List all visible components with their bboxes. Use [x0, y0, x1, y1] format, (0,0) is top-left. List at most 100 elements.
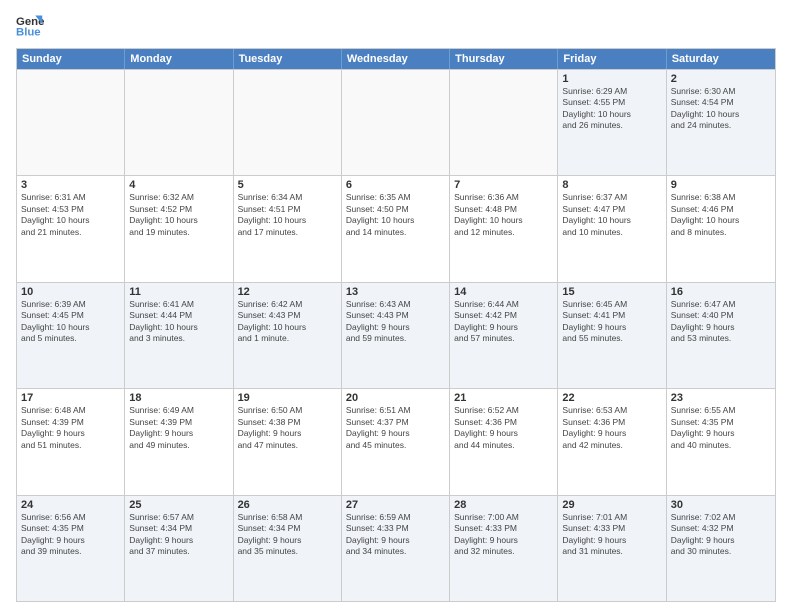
logo: General Blue: [16, 12, 48, 40]
day-number: 8: [562, 179, 661, 191]
calendar-header-cell: Wednesday: [342, 49, 450, 69]
day-number: 14: [454, 286, 553, 298]
day-number: 1: [562, 73, 661, 85]
table-row: 14Sunrise: 6:44 AM Sunset: 4:42 PM Dayli…: [450, 283, 558, 388]
table-row: 15Sunrise: 6:45 AM Sunset: 4:41 PM Dayli…: [558, 283, 666, 388]
table-row: 27Sunrise: 6:59 AM Sunset: 4:33 PM Dayli…: [342, 496, 450, 601]
day-number: 16: [671, 286, 771, 298]
table-row: 8Sunrise: 6:37 AM Sunset: 4:47 PM Daylig…: [558, 176, 666, 281]
day-info: Sunrise: 7:01 AM Sunset: 4:33 PM Dayligh…: [562, 512, 661, 558]
day-info: Sunrise: 6:37 AM Sunset: 4:47 PM Dayligh…: [562, 192, 661, 238]
table-row: 19Sunrise: 6:50 AM Sunset: 4:38 PM Dayli…: [234, 389, 342, 494]
table-row: 11Sunrise: 6:41 AM Sunset: 4:44 PM Dayli…: [125, 283, 233, 388]
day-number: 23: [671, 392, 771, 404]
calendar-row: 17Sunrise: 6:48 AM Sunset: 4:39 PM Dayli…: [17, 388, 775, 494]
day-info: Sunrise: 6:41 AM Sunset: 4:44 PM Dayligh…: [129, 299, 228, 345]
day-number: 3: [21, 179, 120, 191]
table-row: 30Sunrise: 7:02 AM Sunset: 4:32 PM Dayli…: [667, 496, 775, 601]
day-number: 27: [346, 499, 445, 511]
day-number: 10: [21, 286, 120, 298]
table-row: 4Sunrise: 6:32 AM Sunset: 4:52 PM Daylig…: [125, 176, 233, 281]
day-info: Sunrise: 6:53 AM Sunset: 4:36 PM Dayligh…: [562, 405, 661, 451]
day-info: Sunrise: 6:35 AM Sunset: 4:50 PM Dayligh…: [346, 192, 445, 238]
day-number: 15: [562, 286, 661, 298]
table-row: [17, 70, 125, 175]
day-info: Sunrise: 6:34 AM Sunset: 4:51 PM Dayligh…: [238, 192, 337, 238]
day-info: Sunrise: 6:42 AM Sunset: 4:43 PM Dayligh…: [238, 299, 337, 345]
svg-text:Blue: Blue: [16, 27, 41, 39]
day-info: Sunrise: 6:36 AM Sunset: 4:48 PM Dayligh…: [454, 192, 553, 238]
calendar-row: 1Sunrise: 6:29 AM Sunset: 4:55 PM Daylig…: [17, 69, 775, 175]
day-info: Sunrise: 6:48 AM Sunset: 4:39 PM Dayligh…: [21, 405, 120, 451]
table-row: 9Sunrise: 6:38 AM Sunset: 4:46 PM Daylig…: [667, 176, 775, 281]
day-number: 2: [671, 73, 771, 85]
table-row: 25Sunrise: 6:57 AM Sunset: 4:34 PM Dayli…: [125, 496, 233, 601]
table-row: 10Sunrise: 6:39 AM Sunset: 4:45 PM Dayli…: [17, 283, 125, 388]
day-info: Sunrise: 7:00 AM Sunset: 4:33 PM Dayligh…: [454, 512, 553, 558]
table-row: 7Sunrise: 6:36 AM Sunset: 4:48 PM Daylig…: [450, 176, 558, 281]
table-row: 2Sunrise: 6:30 AM Sunset: 4:54 PM Daylig…: [667, 70, 775, 175]
table-row: 16Sunrise: 6:47 AM Sunset: 4:40 PM Dayli…: [667, 283, 775, 388]
calendar-row: 10Sunrise: 6:39 AM Sunset: 4:45 PM Dayli…: [17, 282, 775, 388]
calendar: SundayMondayTuesdayWednesdayThursdayFrid…: [16, 48, 776, 602]
day-number: 17: [21, 392, 120, 404]
day-number: 19: [238, 392, 337, 404]
table-row: 20Sunrise: 6:51 AM Sunset: 4:37 PM Dayli…: [342, 389, 450, 494]
table-row: 24Sunrise: 6:56 AM Sunset: 4:35 PM Dayli…: [17, 496, 125, 601]
day-number: 6: [346, 179, 445, 191]
day-number: 22: [562, 392, 661, 404]
logo-icon: General Blue: [16, 12, 44, 40]
day-info: Sunrise: 6:59 AM Sunset: 4:33 PM Dayligh…: [346, 512, 445, 558]
day-number: 11: [129, 286, 228, 298]
day-number: 13: [346, 286, 445, 298]
day-number: 9: [671, 179, 771, 191]
calendar-row: 3Sunrise: 6:31 AM Sunset: 4:53 PM Daylig…: [17, 175, 775, 281]
calendar-header-cell: Saturday: [667, 49, 775, 69]
day-number: 30: [671, 499, 771, 511]
table-row: 26Sunrise: 6:58 AM Sunset: 4:34 PM Dayli…: [234, 496, 342, 601]
day-info: Sunrise: 6:55 AM Sunset: 4:35 PM Dayligh…: [671, 405, 771, 451]
calendar-row: 24Sunrise: 6:56 AM Sunset: 4:35 PM Dayli…: [17, 495, 775, 601]
day-info: Sunrise: 6:47 AM Sunset: 4:40 PM Dayligh…: [671, 299, 771, 345]
day-number: 4: [129, 179, 228, 191]
table-row: [234, 70, 342, 175]
table-row: 6Sunrise: 6:35 AM Sunset: 4:50 PM Daylig…: [342, 176, 450, 281]
day-info: Sunrise: 6:29 AM Sunset: 4:55 PM Dayligh…: [562, 86, 661, 132]
day-info: Sunrise: 6:30 AM Sunset: 4:54 PM Dayligh…: [671, 86, 771, 132]
day-number: 20: [346, 392, 445, 404]
day-info: Sunrise: 6:57 AM Sunset: 4:34 PM Dayligh…: [129, 512, 228, 558]
table-row: 12Sunrise: 6:42 AM Sunset: 4:43 PM Dayli…: [234, 283, 342, 388]
day-number: 12: [238, 286, 337, 298]
day-number: 7: [454, 179, 553, 191]
day-number: 26: [238, 499, 337, 511]
day-info: Sunrise: 7:02 AM Sunset: 4:32 PM Dayligh…: [671, 512, 771, 558]
table-row: 29Sunrise: 7:01 AM Sunset: 4:33 PM Dayli…: [558, 496, 666, 601]
page-header: General Blue: [16, 12, 776, 40]
calendar-header-cell: Monday: [125, 49, 233, 69]
table-row: 18Sunrise: 6:49 AM Sunset: 4:39 PM Dayli…: [125, 389, 233, 494]
day-info: Sunrise: 6:50 AM Sunset: 4:38 PM Dayligh…: [238, 405, 337, 451]
table-row: [450, 70, 558, 175]
table-row: [125, 70, 233, 175]
table-row: 22Sunrise: 6:53 AM Sunset: 4:36 PM Dayli…: [558, 389, 666, 494]
day-info: Sunrise: 6:38 AM Sunset: 4:46 PM Dayligh…: [671, 192, 771, 238]
day-number: 25: [129, 499, 228, 511]
day-number: 24: [21, 499, 120, 511]
table-row: 23Sunrise: 6:55 AM Sunset: 4:35 PM Dayli…: [667, 389, 775, 494]
day-info: Sunrise: 6:31 AM Sunset: 4:53 PM Dayligh…: [21, 192, 120, 238]
table-row: 13Sunrise: 6:43 AM Sunset: 4:43 PM Dayli…: [342, 283, 450, 388]
day-number: 18: [129, 392, 228, 404]
day-info: Sunrise: 6:39 AM Sunset: 4:45 PM Dayligh…: [21, 299, 120, 345]
day-info: Sunrise: 6:56 AM Sunset: 4:35 PM Dayligh…: [21, 512, 120, 558]
day-info: Sunrise: 6:49 AM Sunset: 4:39 PM Dayligh…: [129, 405, 228, 451]
day-info: Sunrise: 6:51 AM Sunset: 4:37 PM Dayligh…: [346, 405, 445, 451]
calendar-body: 1Sunrise: 6:29 AM Sunset: 4:55 PM Daylig…: [17, 69, 775, 601]
day-number: 28: [454, 499, 553, 511]
table-row: 21Sunrise: 6:52 AM Sunset: 4:36 PM Dayli…: [450, 389, 558, 494]
table-row: 1Sunrise: 6:29 AM Sunset: 4:55 PM Daylig…: [558, 70, 666, 175]
day-number: 29: [562, 499, 661, 511]
calendar-header-cell: Thursday: [450, 49, 558, 69]
calendar-header-cell: Friday: [558, 49, 666, 69]
table-row: 28Sunrise: 7:00 AM Sunset: 4:33 PM Dayli…: [450, 496, 558, 601]
day-info: Sunrise: 6:58 AM Sunset: 4:34 PM Dayligh…: [238, 512, 337, 558]
